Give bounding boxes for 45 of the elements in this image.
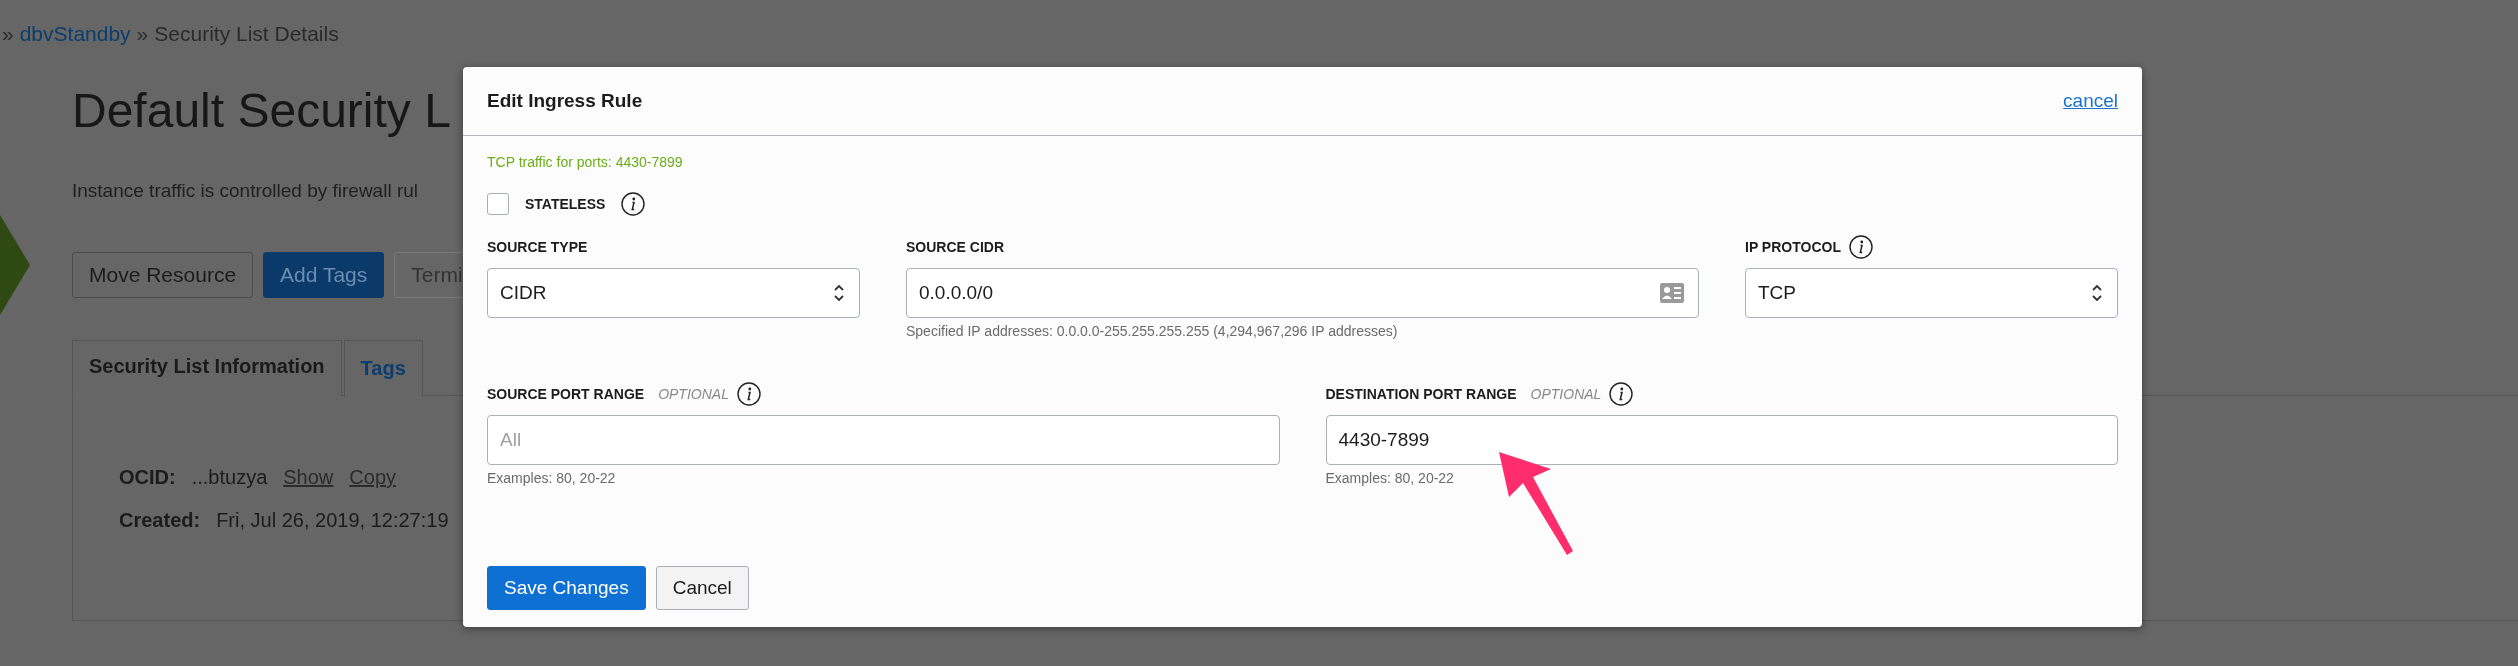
field-label: SOURCE TYPE	[487, 239, 588, 255]
cancel-button[interactable]: Cancel	[655, 566, 749, 610]
info-icon[interactable]	[1609, 382, 1634, 406]
page-description: Instance traffic is controlled by firewall rul	[72, 179, 419, 202]
sort-chevron-icon	[2091, 283, 2103, 303]
helper-text: Examples: 80, 20-22	[487, 470, 617, 486]
breadcrumb-separator: »	[136, 22, 149, 46]
save-button[interactable]: Save Changes	[487, 566, 646, 610]
field-label: SOURCE PORT RANGE	[487, 386, 645, 402]
info-icon[interactable]	[1848, 235, 1873, 259]
info-icon[interactable]	[621, 192, 646, 216]
cancel-link[interactable]: cancel	[2063, 90, 2118, 112]
input-field[interactable]: All	[487, 415, 1280, 465]
field-label: SOURCE CIDR	[906, 239, 1004, 255]
detail-link[interactable]: Copy	[349, 466, 396, 490]
input-field[interactable]: 0.0.0.0/0	[906, 268, 1699, 318]
detail-value: ...btuzya	[191, 466, 268, 490]
summary-text: TCP traffic for ports: 4430-7899	[487, 154, 684, 170]
dialog-title: Edit Ingress Rule	[487, 90, 643, 112]
breadcrumb-current: Security List Details	[154, 22, 339, 46]
action-button[interactable]: Add Tags	[263, 251, 385, 298]
id-card-icon[interactable]	[1660, 283, 1684, 303]
select-field[interactable]: CIDR	[487, 268, 860, 318]
field-label: DESTINATION PORT RANGE	[1325, 386, 1517, 402]
detail-label: Created:	[119, 509, 201, 533]
tab[interactable]: Security List Information	[72, 339, 342, 397]
detail-label: OCID:	[119, 466, 176, 490]
checkbox-label: STATELESS	[525, 196, 606, 212]
breadcrumb-separator: »	[2, 22, 14, 46]
helper-text: Specified IP addresses: 0.0.0.0-255.255.255.255 (4,294,967,296 IP addresses)	[906, 323, 1399, 339]
helper-text: Examples: 80, 20-22	[1325, 470, 1455, 486]
select-field[interactable]: TCP	[1745, 268, 2118, 318]
field-label: IP PROTOCOL	[1745, 239, 1841, 255]
optional-hint: OPTIONAL	[1530, 386, 1602, 402]
tab[interactable]: Tags	[343, 339, 423, 397]
stateless-checkbox[interactable]	[487, 193, 509, 215]
detail-link[interactable]: Show	[283, 466, 334, 490]
sort-chevron-icon	[833, 283, 845, 303]
info-icon[interactable]	[736, 382, 761, 406]
input-field[interactable]: 4430-7899	[1325, 415, 2118, 465]
breadcrumb-link[interactable]: dbvStandby	[19, 22, 131, 46]
optional-hint: OPTIONAL	[658, 386, 729, 402]
action-button[interactable]: Move Resource	[72, 251, 254, 298]
page-title: Default Security L	[72, 83, 451, 139]
detail-value: Fri, Jul 26, 2019, 12:27:19	[216, 509, 449, 533]
